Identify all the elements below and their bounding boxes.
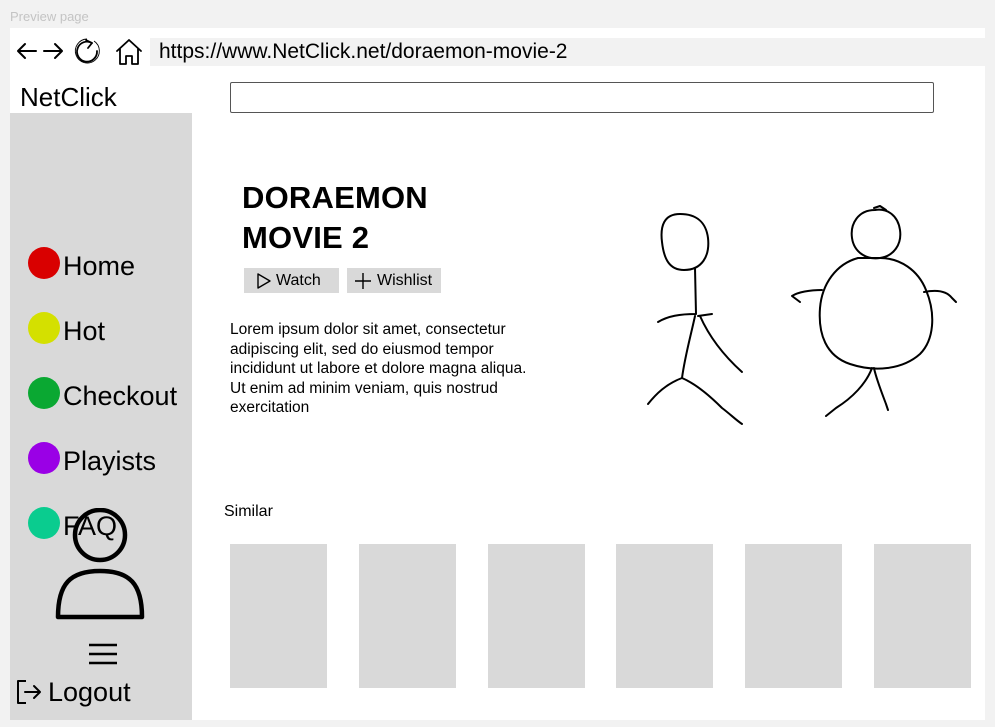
movie-description: Lorem ipsum dolor sit amet, consectetur … [230,321,527,416]
sidebar-item-label: Playists [63,446,157,476]
similar-thumbnail[interactable] [359,544,456,688]
character-sketch-image [647,205,957,425]
movie-title-line-2: MOVIE 2 [242,220,370,255]
similar-thumbnail[interactable] [488,544,585,688]
sidebar-item-label: Hot [63,316,106,346]
back-arrow-icon[interactable] [14,38,40,64]
logout-button[interactable]: Logout [14,675,131,709]
user-icon[interactable] [52,508,148,623]
movie-title-line-1: DORAEMON [242,180,428,215]
home-icon[interactable] [114,37,144,67]
playists-dot-icon [28,442,60,474]
hot-dot-icon [28,312,60,344]
plus-icon [355,272,371,289]
logout-icon [17,680,41,704]
sidebar-item-checkout[interactable]: Checkout [28,377,178,413]
app-page: NetClick Home Hot Checkout Playists FAQ [10,78,985,720]
similar-thumbnail[interactable] [616,544,713,688]
wishlist-label: Wishlist [377,271,433,289]
sidebar-item-hot[interactable]: Hot [28,312,106,348]
search-input[interactable] [230,82,934,113]
play-icon [257,272,271,289]
similar-thumbnail[interactable] [745,544,842,688]
hamburger-menu-icon[interactable] [88,643,118,665]
watch-button[interactable]: Watch [244,268,339,293]
sidebar-item-home[interactable]: Home [28,247,136,283]
forward-arrow-icon[interactable] [40,38,66,64]
url-bar[interactable]: https://www.NetClick.net/doraemon-movie-… [150,38,985,66]
refresh-icon[interactable] [72,36,102,66]
browser-toolbar: https://www.NetClick.net/doraemon-movie-… [10,28,985,78]
similar-thumbnail[interactable] [230,544,327,688]
watch-label: Watch [276,271,321,289]
logout-label: Logout [48,677,131,707]
similar-thumbnail[interactable] [874,544,971,688]
brand-logo[interactable]: NetClick [20,82,117,112]
sidebar-item-playists[interactable]: Playists [28,442,157,478]
sidebar-item-label: Checkout [63,381,178,411]
movie-title: DORAEMON MOVIE 2 [242,178,502,258]
preview-page-label: Preview page [10,9,89,24]
wishlist-button[interactable]: Wishlist [347,268,441,293]
sidebar-item-label: Home [63,251,136,281]
checkout-dot-icon [28,377,60,409]
sidebar: Home Hot Checkout Playists FAQ Logout [10,113,192,720]
similar-section-label: Similar [224,503,273,520]
home-dot-icon [28,247,60,279]
